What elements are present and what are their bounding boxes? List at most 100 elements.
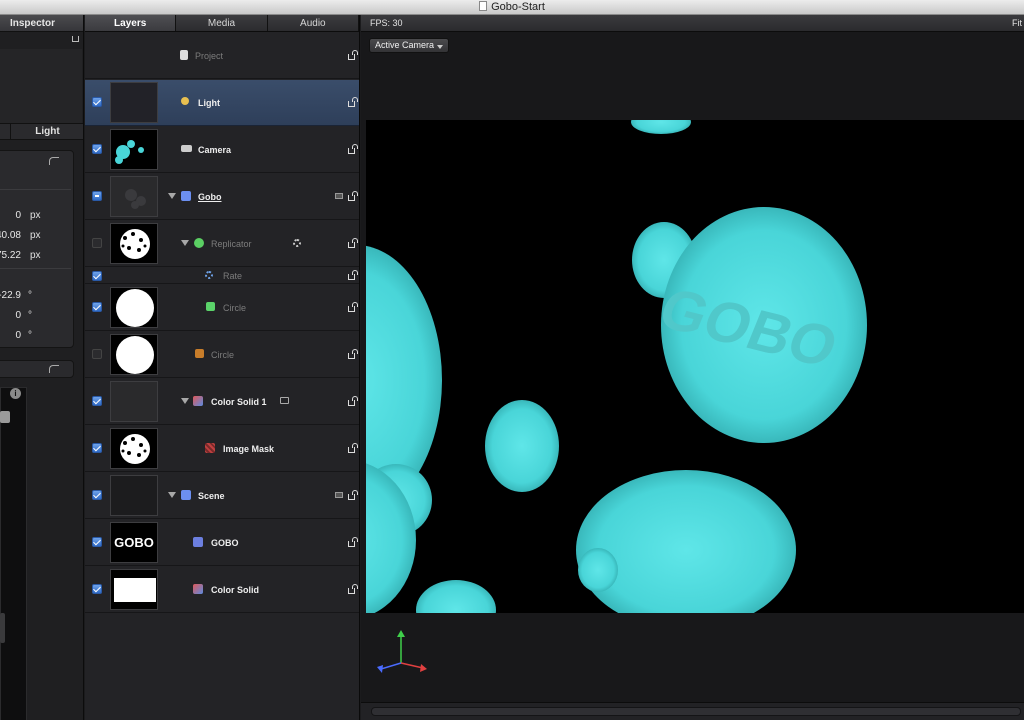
layer-row-replicator[interactable]: Replicator (85, 221, 359, 267)
param-unit: ° (28, 330, 32, 341)
layer-checkbox[interactable] (92, 97, 102, 107)
lock-icon[interactable] (348, 191, 358, 201)
lock-icon[interactable] (348, 349, 358, 359)
layers-tabbar: Layers Media Audio (85, 15, 359, 32)
layers-panel: Layers Media Audio Project Light Camera (85, 15, 360, 720)
param-unit: ° (28, 290, 32, 301)
param-position-y[interactable]: 40.08 px (0, 226, 71, 246)
param-rotation-y[interactable]: 0 ° (0, 306, 71, 326)
tab-layers[interactable]: Layers (85, 15, 177, 31)
layer-row-project[interactable]: Project (85, 33, 359, 79)
layer-row-camera[interactable]: Camera (85, 127, 359, 173)
layer-row-light[interactable]: Light (85, 80, 359, 126)
param-value[interactable]: 75.22 (0, 246, 21, 266)
generator-icon (193, 396, 203, 406)
param-value[interactable]: -22.9 (0, 286, 21, 306)
param-unit: px (30, 230, 41, 241)
layer-row-color-solid[interactable]: Color Solid (85, 567, 359, 613)
tab-inspector[interactable]: Inspector (0, 15, 83, 32)
mini-timeline[interactable] (361, 702, 1024, 720)
info-icon[interactable]: i (10, 388, 21, 399)
layer-checkbox[interactable] (92, 271, 102, 281)
layer-row-gobo[interactable]: Gobo (85, 174, 359, 220)
layer-thumbnail (110, 475, 158, 516)
stack-icon (335, 193, 343, 199)
lock-icon[interactable] (348, 490, 358, 500)
param-value[interactable]: 0 (0, 206, 21, 226)
layer-thumbnail (110, 428, 158, 469)
param-position-z[interactable]: 75.22 px (0, 246, 71, 266)
zoom-fit-menu[interactable]: Fit (1012, 15, 1022, 32)
param-rotation-z[interactable]: 0 ° (0, 326, 71, 346)
layer-thumbnail (110, 223, 158, 264)
lock-icon[interactable] (348, 584, 358, 594)
tab-light[interactable]: Light (10, 124, 83, 139)
layer-checkbox[interactable] (92, 396, 102, 406)
reset-icon[interactable] (49, 365, 59, 373)
layer-name: Circle (211, 350, 235, 360)
layer-checkbox[interactable] (92, 537, 102, 547)
disclosure-triangle-icon[interactable] (168, 193, 176, 199)
gear-icon[interactable] (293, 239, 301, 247)
layer-checkbox[interactable] (92, 443, 102, 453)
param-unit: px (30, 250, 41, 261)
disclosure-triangle-icon[interactable] (181, 240, 189, 246)
layer-checkbox[interactable] (92, 349, 102, 359)
lock-icon[interactable] (348, 270, 358, 280)
shape-icon (195, 349, 204, 358)
layer-name: Rate (223, 271, 243, 281)
layer-checkbox[interactable] (92, 490, 102, 500)
lock-icon[interactable] (348, 396, 358, 406)
lock-icon[interactable] (72, 36, 79, 42)
canvas-toolbar: FPS: 30 Fit (361, 15, 1024, 32)
tab-audio[interactable]: Audio (268, 15, 359, 31)
lock-icon[interactable] (348, 537, 358, 547)
layer-row-circle[interactable]: Circle (85, 285, 359, 331)
layer-row-circle-2[interactable]: Circle (85, 332, 359, 378)
chevron-down-icon (437, 45, 443, 49)
reset-icon[interactable] (49, 157, 59, 165)
canvas-viewport[interactable]: GOBO (366, 120, 1024, 613)
param-position-x[interactable]: 0 px (0, 206, 71, 226)
layer-checkbox[interactable] (92, 302, 102, 312)
layer-name: Project (195, 51, 224, 61)
properties-group (0, 360, 74, 378)
window-titlebar: Gobo-Start (0, 0, 1024, 15)
camera-select[interactable]: Active Camera (369, 38, 449, 53)
lock-icon[interactable] (348, 443, 358, 453)
timeline-scrubber[interactable] (371, 707, 1021, 716)
layer-thumbnail (110, 569, 158, 610)
param-value[interactable]: 0 (0, 306, 21, 326)
canvas-panel: FPS: 30 Fit Active Camera GOBO (361, 15, 1024, 720)
param-rotation-x[interactable]: -22.9 ° (0, 286, 71, 306)
disclosure-triangle-icon[interactable] (168, 492, 176, 498)
lock-icon[interactable] (348, 97, 358, 107)
layer-checkbox[interactable] (92, 238, 102, 248)
param-value[interactable]: 40.08 (0, 226, 21, 246)
mask-badge-icon (280, 397, 289, 404)
divider (0, 268, 71, 269)
disclosure-triangle-icon[interactable] (181, 398, 189, 404)
spinner-control[interactable] (0, 411, 10, 423)
light-icon (181, 97, 189, 105)
layer-row-image-mask[interactable]: Image Mask (85, 426, 359, 472)
inspector-panel: Inspector Light 0 px 40.08 px 75.22 px -22.… (0, 15, 84, 720)
layer-row-scene[interactable]: Scene (85, 473, 359, 519)
layer-checkbox[interactable] (92, 144, 102, 154)
lock-icon[interactable] (348, 144, 358, 154)
axis-gizmo[interactable] (369, 627, 433, 677)
lock-icon[interactable] (348, 302, 358, 312)
layer-row-color-solid-1[interactable]: Color Solid 1 (85, 379, 359, 425)
document-icon (479, 1, 488, 11)
layer-row-gobo-text[interactable]: GOBO GOBO (85, 520, 359, 566)
lock-icon[interactable] (348, 238, 358, 248)
layer-checkbox[interactable] (92, 584, 102, 594)
tab-media[interactable]: Media (176, 15, 268, 31)
param-value[interactable]: 0 (0, 326, 21, 346)
layer-checkbox[interactable] (92, 191, 102, 201)
lock-icon[interactable] (348, 50, 358, 60)
layer-row-rate[interactable]: Rate (85, 268, 359, 284)
camera-select-value: Active Camera (375, 40, 435, 50)
slider-handle[interactable] (0, 613, 5, 643)
layer-name: Color Solid (211, 585, 259, 595)
